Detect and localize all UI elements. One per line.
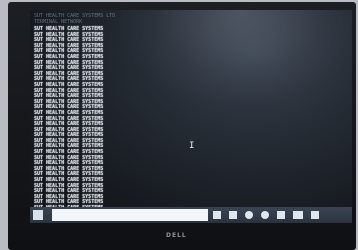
file-explorer-icon[interactable]	[229, 211, 237, 219]
app-icon[interactable]	[311, 211, 319, 219]
monitor-frame: SUT HEALTH CARE SYSTEMS LTD TERMINAL NET…	[8, 2, 356, 250]
taskbar	[30, 207, 352, 223]
console-output: SUT HEALTH CARE SYSTEMS SUT HEALTH CARE S…	[34, 26, 154, 222]
search-input[interactable]	[52, 209, 208, 221]
screen-glare	[120, 10, 352, 100]
task-view-icon[interactable]	[213, 211, 221, 219]
text-cursor-icon: I	[189, 141, 195, 151]
console-window: SUT HEALTH CARE SYSTEMS LTD TERMINAL NET…	[34, 13, 154, 222]
chrome-icon[interactable]	[261, 211, 269, 219]
mail-icon[interactable]	[293, 211, 303, 219]
console-header-line: TERMINAL NETWORK	[34, 19, 83, 25]
edge-browser-icon[interactable]	[245, 211, 253, 219]
dell-logo: DELL	[166, 232, 187, 239]
screen: SUT HEALTH CARE SYSTEMS LTD TERMINAL NET…	[30, 10, 352, 222]
windows-start-icon[interactable]	[33, 210, 43, 220]
store-icon[interactable]	[277, 211, 285, 219]
